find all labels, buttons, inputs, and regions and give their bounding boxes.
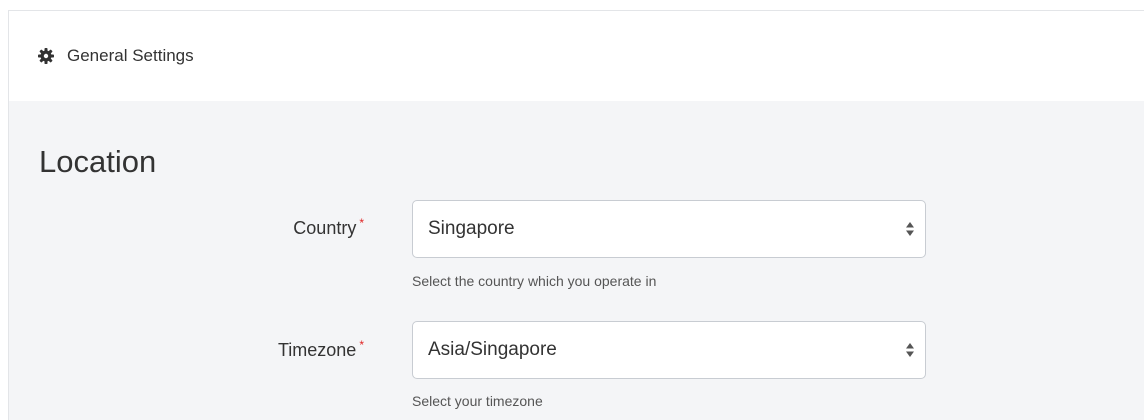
country-select[interactable]: Singapore [412,200,926,258]
country-label: Country * [9,216,364,239]
country-help-text: Select the country which you operate in [412,273,657,289]
select-arrows-icon [905,221,915,237]
panel-header: General Settings [9,11,1144,101]
panel-title: General Settings [67,46,194,65]
country-select-value: Singapore [428,218,515,239]
required-marker: * [359,216,364,230]
timezone-label: Timezone * [9,338,364,361]
timezone-help-text: Select your timezone [412,393,543,409]
section-title: Location [39,144,157,179]
required-marker: * [359,338,364,352]
select-arrows-icon [905,342,915,358]
timezone-select-value: Asia/Singapore [428,339,557,360]
country-label-text: Country [293,218,357,238]
gear-icon [38,48,54,64]
timezone-select[interactable]: Asia/Singapore [412,321,926,379]
general-settings-panel: General Settings Location Country * Singa… [8,10,1144,420]
timezone-label-text: Timezone [277,340,357,360]
